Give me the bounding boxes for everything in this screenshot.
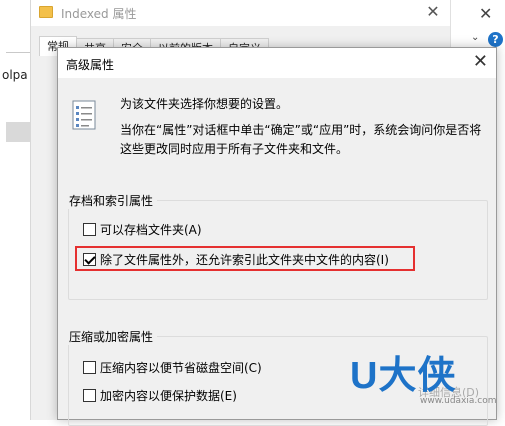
compress-option[interactable]: 压缩内容以便节省磁盘空间(C) <box>83 359 262 376</box>
close-icon[interactable]: ✕ <box>473 52 488 72</box>
index-content-option-label: 除了文件属性外，还允许索引此文件夹中文件的内容(I) <box>100 253 389 267</box>
dialog-titlebar: 高级属性 ✕ <box>58 48 496 78</box>
archive-index-group-label: 存档和索引属性 <box>67 192 158 209</box>
index-content-option[interactable]: 除了文件属性外，还允许索引此文件夹中文件的内容(I) <box>83 251 389 268</box>
indexed-properties-titlebar: Indexed 属性 ✕ <box>31 0 450 26</box>
archive-checkbox[interactable] <box>83 223 96 236</box>
dialog-title: 高级属性 <box>66 58 115 72</box>
help-icon[interactable]: ? <box>488 32 503 47</box>
explorer-selected-item[interactable] <box>6 122 30 142</box>
encrypt-checkbox[interactable] <box>83 389 96 402</box>
archive-option[interactable]: 可以存档文件夹(A) <box>83 221 202 238</box>
compress-checkbox[interactable] <box>83 361 96 374</box>
divider <box>6 52 30 53</box>
compress-option-label: 压缩内容以便节省磁盘空间(C) <box>100 361 262 375</box>
encrypt-option[interactable]: 加密内容以便保护数据(E) <box>83 387 237 404</box>
index-content-checkbox[interactable] <box>83 253 96 266</box>
close-icon[interactable]: ✕ <box>479 4 492 23</box>
chevron-down-icon[interactable]: ⌄ <box>471 32 479 43</box>
archive-index-group: 存档和索引属性 可以存档文件夹(A) 除了文件属性外，还允许索引此文件夹中文件的… <box>67 192 488 300</box>
encrypt-option-label: 加密内容以便保护数据(E) <box>100 389 237 403</box>
compress-encrypt-group-label: 压缩或加密属性 <box>67 328 158 345</box>
settings-list-icon <box>72 100 96 130</box>
archive-option-label: 可以存档文件夹(A) <box>100 223 202 237</box>
explorer-item-text[interactable]: olpa <box>2 68 28 82</box>
watermark-logo: U大侠 <box>350 355 457 397</box>
watermark-url: www.udaxia.com <box>420 396 497 406</box>
window-title: Indexed 属性 <box>61 7 137 21</box>
description-title: 为该文件夹选择你想要的设置。 <box>120 97 289 111</box>
close-icon[interactable]: ✕ <box>422 1 444 23</box>
folder-icon <box>39 6 53 18</box>
explorer-left-strip: olpa <box>0 0 30 420</box>
description-text: 当你在“属性”对话框中单击“确定”或“应用”时，系统会询问你是否将这些更改同时应… <box>120 123 482 156</box>
